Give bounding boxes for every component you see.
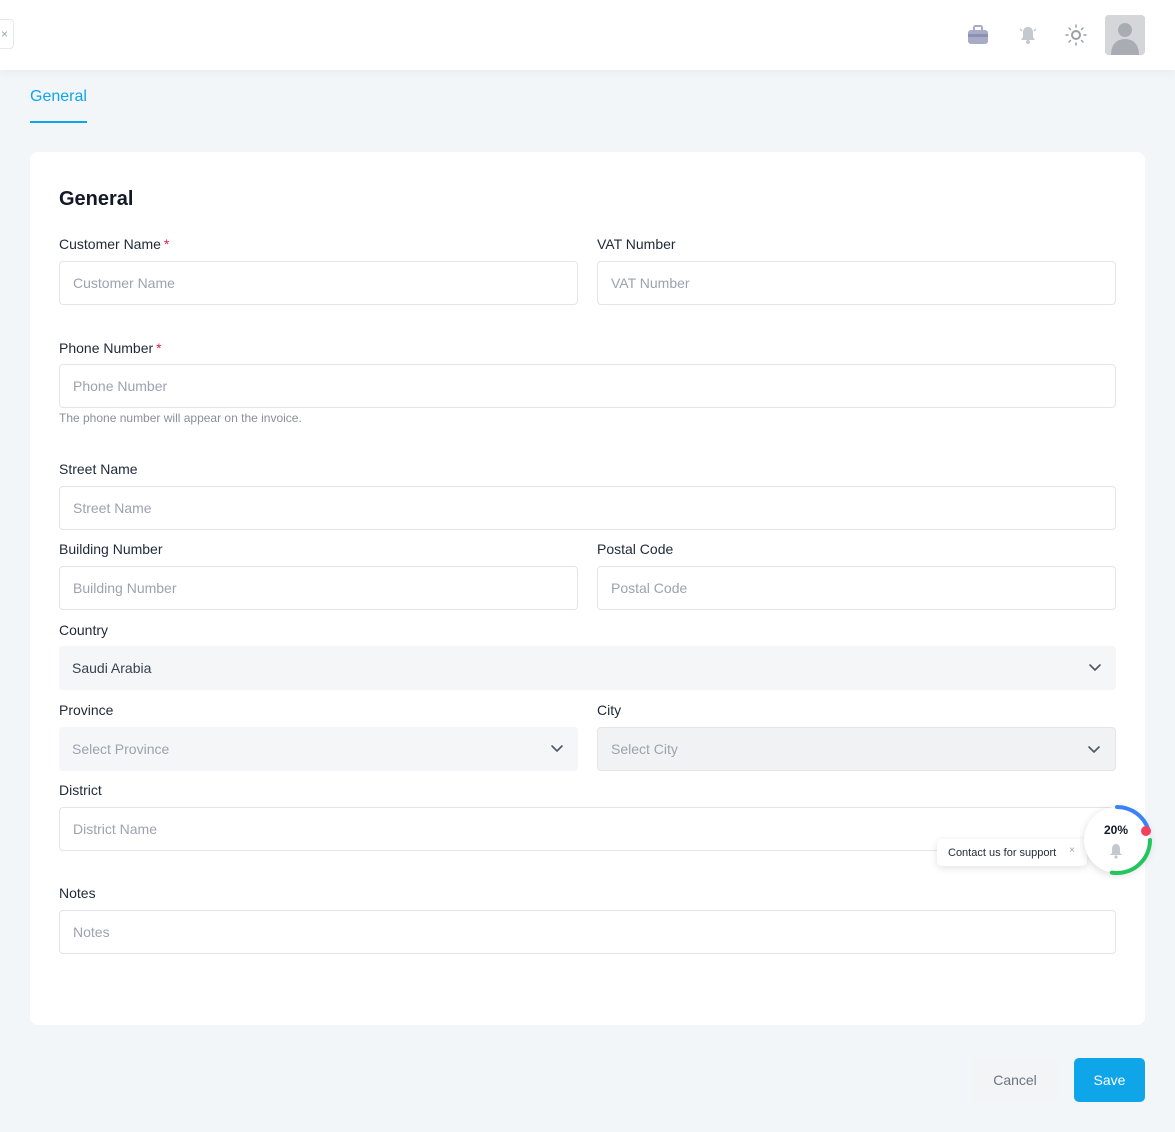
required-mark: *: [156, 340, 162, 356]
vat-number-label: VAT Number: [597, 236, 676, 252]
support-tooltip[interactable]: Contact us for support ×: [937, 839, 1087, 866]
city-label: City: [597, 702, 622, 718]
province-label: Province: [59, 702, 114, 718]
notes-label: Notes: [59, 885, 96, 901]
phone-number-label: Phone Number *: [59, 340, 162, 356]
street-name-label: Street Name: [59, 461, 138, 477]
support-progress-badge[interactable]: 20%: [1080, 803, 1156, 879]
phone-number-label-text: Phone Number: [59, 340, 154, 356]
close-icon[interactable]: ×: [0, 19, 14, 49]
city-select[interactable]: Select City: [597, 727, 1116, 771]
section-title: General: [59, 188, 134, 210]
chevron-down-icon: [1088, 746, 1100, 754]
postal-code-input[interactable]: [597, 566, 1116, 610]
cancel-button[interactable]: Cancel: [973, 1058, 1057, 1102]
customer-name-label: Customer Name *: [59, 236, 169, 252]
country-value: Saudi Arabia: [72, 660, 152, 676]
district-label: District: [59, 782, 102, 798]
building-number-input[interactable]: [59, 566, 578, 610]
customer-name-input[interactable]: [59, 261, 578, 305]
customer-name-label-text: Customer Name: [59, 236, 161, 252]
required-mark: *: [163, 236, 170, 252]
sun-icon[interactable]: [1063, 22, 1089, 48]
save-button[interactable]: Save: [1074, 1058, 1145, 1102]
tab-general[interactable]: General: [30, 88, 87, 123]
phone-hint: The phone number will appear on the invo…: [59, 411, 302, 425]
building-number-label: Building Number: [59, 541, 163, 557]
chevron-down-icon: [1089, 664, 1101, 672]
progress-label: 20%: [1103, 823, 1129, 837]
postal-code-label: Postal Code: [597, 541, 674, 557]
city-placeholder: Select City: [611, 741, 678, 757]
user-avatar-icon: [1105, 15, 1145, 55]
phone-number-input[interactable]: [59, 364, 1116, 408]
province-select[interactable]: Select Province: [59, 727, 578, 771]
country-label: Country: [59, 622, 109, 638]
street-name-input[interactable]: [59, 486, 1116, 530]
top-bar: ×: [0, 0, 1175, 70]
chevron-down-icon: [551, 745, 563, 753]
notes-input[interactable]: [59, 910, 1116, 954]
bell-icon[interactable]: [1015, 22, 1041, 48]
progress-ring-icon: [1084, 805, 1152, 875]
tab-bar: General: [30, 88, 87, 123]
vat-number-input[interactable]: [597, 261, 1116, 305]
avatar[interactable]: [1105, 15, 1145, 55]
briefcase-icon[interactable]: [965, 22, 991, 48]
country-select[interactable]: Saudi Arabia: [59, 646, 1116, 690]
support-text: Contact us for support: [948, 846, 1057, 859]
close-icon[interactable]: ×: [1069, 845, 1075, 856]
province-placeholder: Select Province: [72, 741, 170, 757]
general-form-card: General Customer Name* VAT Number Phone …: [30, 152, 1145, 1025]
